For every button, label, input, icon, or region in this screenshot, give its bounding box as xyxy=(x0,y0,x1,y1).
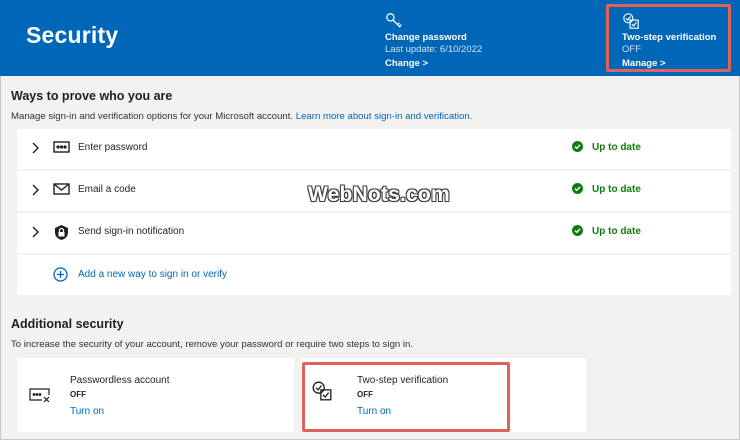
check-circle-icon xyxy=(572,141,583,152)
watermark: WebNots.com xyxy=(308,183,450,206)
passwordless-turn-on-link[interactable]: Turn on xyxy=(70,406,104,417)
status-badge: Up to date xyxy=(572,141,641,153)
passwordless-card: Passwordless account OFF Turn on xyxy=(17,358,294,432)
add-sign-in-link[interactable]: Add a new way to sign in or verify xyxy=(78,269,227,280)
email-code-label: Email a code xyxy=(78,184,136,195)
add-sign-in-method[interactable]: Add a new way to sign in or verify xyxy=(17,255,731,295)
check-circle-icon xyxy=(572,225,583,236)
status-text: Up to date xyxy=(592,184,641,195)
status-badge: Up to date xyxy=(572,183,641,195)
plus-circle-icon[interactable] xyxy=(53,267,68,282)
highlight-box-two-step xyxy=(302,362,510,432)
change-password-link[interactable]: Change > xyxy=(385,58,482,70)
mail-icon xyxy=(53,183,70,195)
passwordless-status: OFF xyxy=(70,390,86,399)
list-item-sign-in-notification[interactable]: Send sign-in notification Up to date xyxy=(17,213,731,253)
change-password-title: Change password xyxy=(385,32,467,43)
passwordless-title: Passwordless account xyxy=(70,375,170,386)
list-item-enter-password[interactable]: Enter password Up to date xyxy=(17,129,731,169)
highlight-box-header xyxy=(606,4,731,72)
chevron-right-icon[interactable] xyxy=(31,142,39,154)
ways-section-desc: Manage sign-in and verification options … xyxy=(11,111,472,122)
page-title: Security xyxy=(26,22,119,48)
sign-in-notification-label: Send sign-in notification xyxy=(78,226,185,237)
status-badge: Up to date xyxy=(572,225,641,237)
last-update-text: Last update: 6/10/2022 xyxy=(385,44,483,55)
status-text: Up to date xyxy=(592,226,641,237)
ways-section-title: Ways to prove who you are xyxy=(11,89,173,103)
key-icon xyxy=(386,13,402,28)
ways-desc-text: Manage sign-in and verification options … xyxy=(11,111,294,122)
change-password-block: Change password Last update: 6/10/2022 C… xyxy=(385,12,482,70)
additional-security-title: Additional security xyxy=(11,317,124,331)
chevron-right-icon[interactable] xyxy=(31,226,39,238)
passwordless-icon xyxy=(29,388,50,403)
additional-security-desc: To increase the security of your account… xyxy=(11,339,414,350)
lock-notification-icon xyxy=(55,225,68,240)
check-circle-icon xyxy=(572,183,583,194)
password-icon xyxy=(53,141,70,153)
learn-more-link[interactable]: Learn more about sign-in and verificatio… xyxy=(296,111,473,122)
status-text: Up to date xyxy=(592,142,641,153)
chevron-right-icon[interactable] xyxy=(31,184,39,196)
enter-password-label: Enter password xyxy=(78,142,148,153)
